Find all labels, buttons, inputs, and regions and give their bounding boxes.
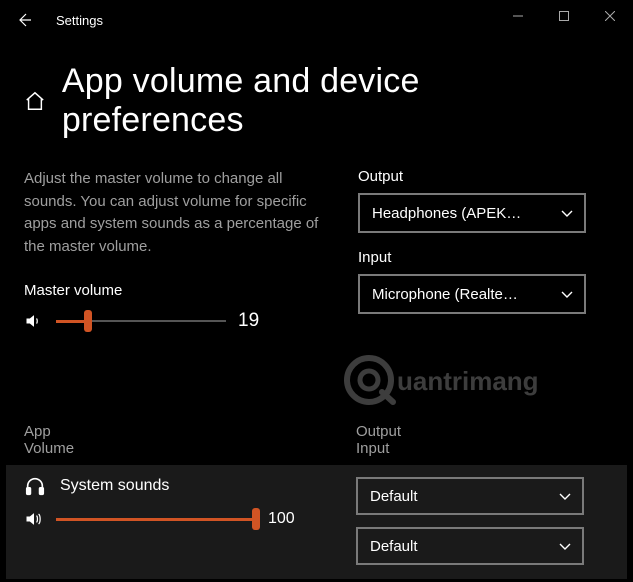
chevron-down-icon bbox=[558, 539, 572, 553]
watermark-logo: uantrimang bbox=[343, 350, 603, 410]
back-button[interactable] bbox=[0, 0, 48, 40]
output-select-value: Headphones (APEK… bbox=[372, 205, 521, 222]
col-output-label: Output bbox=[356, 423, 609, 440]
master-volume-value: 19 bbox=[238, 310, 272, 332]
speaker-icon[interactable] bbox=[24, 311, 44, 331]
minimize-button[interactable] bbox=[495, 0, 541, 32]
page-description: Adjust the master volume to change all s… bbox=[24, 168, 334, 258]
master-volume-label: Master volume bbox=[24, 282, 334, 299]
back-arrow-icon bbox=[16, 12, 32, 28]
app-input-value: Default bbox=[370, 538, 418, 555]
right-column: Output Headphones (APEK… Input Microphon… bbox=[358, 168, 609, 333]
output-select[interactable]: Headphones (APEK… bbox=[358, 193, 586, 233]
left-column: Adjust the master volume to change all s… bbox=[24, 168, 334, 333]
home-icon[interactable] bbox=[24, 90, 46, 112]
chevron-down-icon bbox=[560, 287, 574, 301]
chevron-down-icon bbox=[558, 489, 572, 503]
master-volume-row: 19 bbox=[24, 309, 334, 333]
col-input-label: Input bbox=[356, 440, 609, 457]
title-bar: Settings bbox=[0, 0, 633, 40]
app-input-select[interactable]: Default bbox=[356, 527, 584, 565]
speaker-icon[interactable] bbox=[24, 509, 44, 529]
master-volume-slider[interactable] bbox=[56, 309, 226, 333]
input-select-value: Microphone (Realte… bbox=[372, 286, 518, 303]
col-volume-label: Volume bbox=[24, 440, 356, 457]
svg-text:uantrimang: uantrimang bbox=[397, 366, 539, 396]
app-row-system-sounds: System sounds 100 Default Default bbox=[6, 465, 627, 579]
window-controls bbox=[495, 0, 633, 32]
input-select[interactable]: Microphone (Realte… bbox=[358, 274, 586, 314]
content-area: Adjust the master volume to change all s… bbox=[0, 148, 633, 333]
window-title: Settings bbox=[48, 13, 103, 28]
app-name: System sounds bbox=[60, 477, 169, 495]
chevron-down-icon bbox=[560, 206, 574, 220]
maximize-button[interactable] bbox=[541, 0, 587, 32]
col-app-label: App bbox=[24, 423, 356, 440]
close-button[interactable] bbox=[587, 0, 633, 32]
app-volume-value: 100 bbox=[268, 510, 302, 528]
app-volume-slider[interactable] bbox=[56, 507, 256, 531]
app-list-header: App Volume Output Input bbox=[0, 423, 633, 457]
output-label: Output bbox=[358, 168, 609, 185]
app-output-select[interactable]: Default bbox=[356, 477, 584, 515]
app-output-value: Default bbox=[370, 488, 418, 505]
headphones-icon bbox=[24, 475, 46, 497]
page-header: App volume and device preferences bbox=[0, 40, 633, 148]
input-label: Input bbox=[358, 249, 609, 266]
page-title: App volume and device preferences bbox=[62, 62, 609, 140]
